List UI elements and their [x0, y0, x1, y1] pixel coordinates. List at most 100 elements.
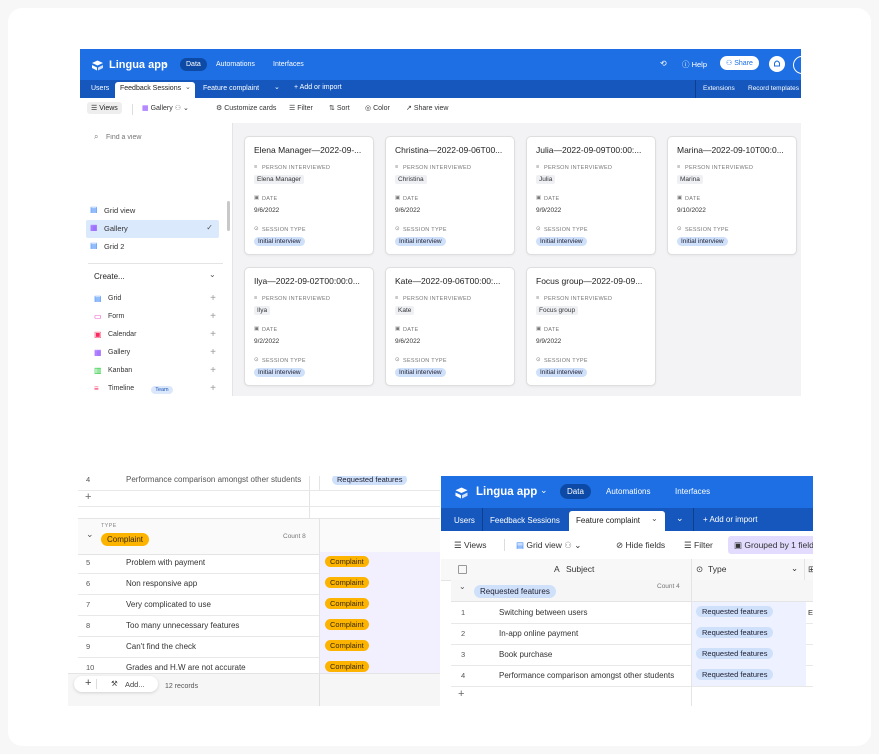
table-row[interactable]: 1 Switching between users Requested featur…	[451, 602, 813, 624]
tabs-menu-chevron-icon[interactable]: ⌄	[676, 513, 684, 524]
sidebar-view-grid-2[interactable]: ▤ Grid 2	[86, 238, 219, 256]
nav-automations[interactable]: Automations	[216, 61, 255, 68]
add-import-button[interactable]: + Add or import	[294, 84, 342, 91]
customize-cards-button[interactable]: ⚙ Customize cards	[216, 104, 276, 112]
gallery-card[interactable]: Focus group—2022-09-09... ≡ PERSON INTERVI…	[526, 267, 656, 386]
select-all-checkbox[interactable]	[458, 565, 467, 574]
nav-interfaces[interactable]: Interfaces	[675, 487, 710, 496]
plus-icon[interactable]: +	[210, 311, 216, 322]
grouped-button[interactable]: ▣ Grouped by 1 field	[728, 536, 813, 554]
plus-icon[interactable]: +	[210, 347, 216, 358]
plus-icon[interactable]: +	[210, 383, 216, 394]
table-row[interactable]: 8 Too many unnecessary features Complaint	[78, 615, 440, 637]
gallery-card[interactable]: Marina—2022-09-10T00:0... ≡ PERSON INTERVI…	[667, 136, 797, 255]
gallery-view-button[interactable]: ▦ Gallery ⚇ ⌄	[142, 104, 189, 112]
create-item[interactable]: ▣ Calendar +	[94, 329, 216, 343]
type-cell[interactable]: Complaint	[319, 573, 440, 594]
table-row[interactable]: 4 Performance comparison amongst other st…	[451, 665, 813, 687]
sort-button[interactable]: ⇅ Sort	[329, 104, 350, 112]
type-cell[interactable]: Complaint	[319, 594, 440, 615]
sidebar-view-gallery[interactable]: ▦ Gallery ✓	[86, 220, 219, 238]
group-collapse-chevron-icon[interactable]: ⌄	[86, 529, 94, 540]
sidebar-scrollbar[interactable]	[227, 201, 230, 231]
extensions-button[interactable]: Extensions	[703, 85, 735, 92]
group-header[interactable]: ⌄ TYPE Complaint Count 8	[78, 518, 440, 555]
plus-icon[interactable]: +	[210, 293, 216, 304]
gallery-card[interactable]: Elena Manager—2022-09-... ≡ PERSON INTERVI…	[244, 136, 374, 255]
table-row[interactable]: 4 Performance comparison amongst other s…	[78, 476, 440, 491]
nav-data[interactable]: Data	[560, 484, 591, 499]
table-row[interactable]: 2 In-app online payment Requested features	[451, 623, 813, 645]
views-button[interactable]: ☰ Views	[454, 540, 487, 551]
column-type-header[interactable]: Type	[708, 564, 726, 574]
group-collapse-chevron-icon[interactable]: ⌄	[459, 582, 466, 591]
notification-button[interactable]	[769, 56, 785, 72]
app-menu-chevron-icon[interactable]: ⌄	[162, 58, 169, 67]
avatar[interactable]	[793, 56, 801, 74]
find-view-input[interactable]	[104, 130, 218, 144]
hide-fields-button[interactable]: ⊘ Hide fields	[616, 540, 665, 551]
gallery-card[interactable]: Julia—2022-09-09T00:00:... ≡ PERSON INTERV…	[526, 136, 656, 255]
gallery-card[interactable]: Ilya—2022-09-02T00:00:0... ≡ PERSON INTERV…	[244, 267, 374, 386]
type-cell[interactable]: Requested features	[691, 644, 806, 665]
tab-feature-complaint[interactable]: Feature complaint	[203, 85, 259, 92]
type-cell[interactable]: Complaint	[319, 615, 440, 636]
plus-icon[interactable]: +	[210, 329, 216, 340]
table-row[interactable]: 9 Can't find the check Complaint	[78, 636, 440, 658]
filter-button[interactable]: ☰ Filter	[684, 540, 713, 551]
create-section-title[interactable]: Create...	[94, 272, 125, 281]
create-item[interactable]: ▥ Kanban +	[94, 365, 216, 379]
nav-data[interactable]: Data	[180, 58, 207, 71]
app-name[interactable]: Lingua app	[109, 59, 168, 71]
plus-icon[interactable]: +	[210, 365, 216, 376]
grid-view-button[interactable]: ▤ Grid view ⚇ ⌄	[516, 540, 581, 551]
nav-automations[interactable]: Automations	[606, 487, 650, 496]
table-row[interactable]: 7 Very complicated to use Complaint	[78, 594, 440, 616]
type-cell[interactable]: Complaint	[319, 636, 440, 657]
record-templates-button[interactable]: Record templates	[748, 85, 799, 92]
add-import-button[interactable]: + Add or import	[703, 515, 757, 524]
tab-feature-complaint[interactable]: Feature complaint ⌄	[569, 511, 665, 531]
tab-chevron-icon[interactable]: ⌄	[274, 83, 280, 91]
sidebar-view-grid[interactable]: ▤ Grid view	[86, 202, 219, 220]
views-button[interactable]: ☰ Views	[87, 102, 122, 114]
create-item[interactable]: ▭ Form +	[94, 311, 216, 325]
table-row[interactable]: 3 Book purchase Requested features	[451, 644, 813, 666]
table-row[interactable]: 6 Non responsive app Complaint	[78, 573, 440, 595]
nav-interfaces[interactable]: Interfaces	[273, 61, 304, 68]
share-button[interactable]: ⚇ Share	[720, 56, 759, 70]
add-row-button[interactable]: +	[458, 688, 464, 700]
chevron-down-icon[interactable]: ⌄	[651, 514, 658, 523]
tab-feedback-sessions[interactable]: Feedback Sessions	[490, 516, 560, 525]
collapse-chevron-icon[interactable]: ⌄	[209, 270, 216, 279]
date-value: 9/9/2022	[536, 207, 562, 214]
type-cell[interactable]: Requested features	[691, 665, 806, 686]
app-name[interactable]: Lingua app	[476, 486, 537, 498]
table-row[interactable]: 5 Problem with payment Complaint	[78, 552, 440, 574]
add-row-strip	[78, 490, 440, 507]
type-cell[interactable]: Complaint	[319, 552, 440, 573]
color-button[interactable]: ◎ Color	[365, 104, 390, 112]
app-menu-chevron-icon[interactable]: ⌄	[540, 485, 548, 496]
tab-users[interactable]: Users	[454, 516, 475, 525]
help-button[interactable]: ⓘ Help	[682, 59, 707, 70]
create-item[interactable]: ≡ Timeline Team +	[94, 383, 216, 396]
row-number: 10	[86, 663, 95, 672]
column-subject-header[interactable]: Subject	[566, 564, 594, 574]
create-item[interactable]: ▦ Gallery +	[94, 347, 216, 361]
type-cell[interactable]: Requested features	[691, 602, 806, 623]
add-row-button[interactable]: +	[85, 491, 91, 503]
type-cell[interactable]: Requested features	[691, 623, 806, 644]
tab-feedback-sessions[interactable]: Feedback Sessions ⌄	[115, 82, 195, 98]
column-menu-chevron-icon[interactable]: ⌄	[791, 563, 798, 574]
group-header[interactable]: ⌄ Requested features Count 4	[451, 580, 813, 602]
share-view-button[interactable]: ↗ Share view	[406, 104, 448, 112]
create-item[interactable]: ▤ Grid +	[94, 293, 216, 307]
history-icon[interactable]: ⟲	[660, 59, 667, 68]
tab-users[interactable]: Users	[91, 85, 109, 92]
gallery-card[interactable]: Kate—2022-09-06T00:00:... ≡ PERSON INTERVI…	[385, 267, 515, 386]
filter-button[interactable]: ☰ Filter	[289, 104, 313, 112]
chevron-down-icon[interactable]: ⌄	[185, 83, 191, 91]
gallery-card[interactable]: Christina—2022-09-06T00... ≡ PERSON INTERV…	[385, 136, 515, 255]
add-record-button[interactable]: + ⚒ Add...	[74, 676, 158, 692]
